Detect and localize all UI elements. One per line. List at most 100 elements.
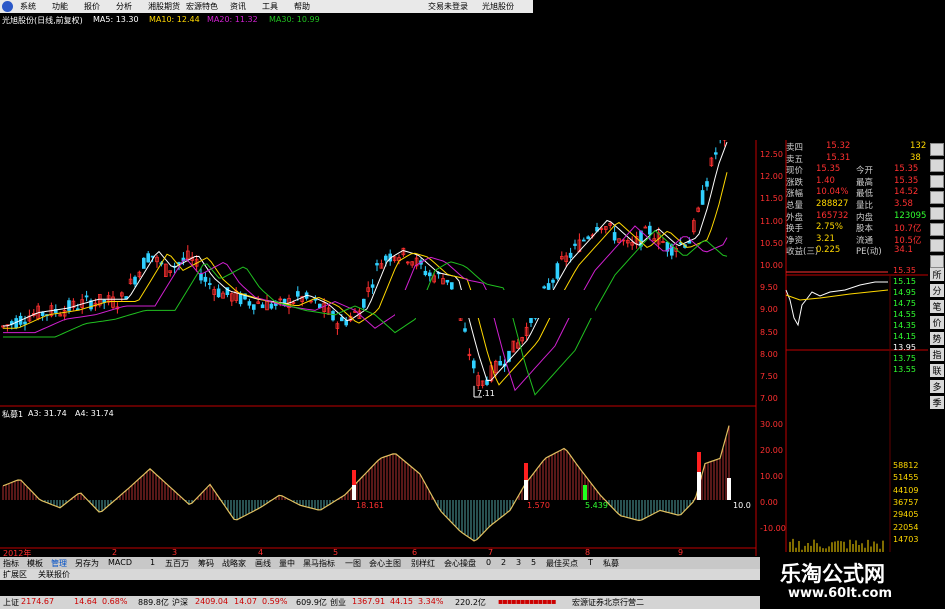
quote-label: 换手 xyxy=(786,224,804,235)
side-tab[interactable]: 联 xyxy=(930,364,944,377)
cy-change: 44.15 xyxy=(390,597,413,606)
quote-label: 股本 xyxy=(856,224,874,235)
intraday-tick: 15.15 xyxy=(893,277,916,286)
toolbar-button-icon[interactable] xyxy=(930,159,944,172)
sh-pct: 0.68% xyxy=(102,597,128,606)
tab-1[interactable]: 模板 xyxy=(27,558,43,569)
quote-label: 外盘 xyxy=(786,212,804,223)
tab-2[interactable]: 管理 xyxy=(51,558,67,569)
candle-body xyxy=(383,255,388,261)
tab-10[interactable]: 量中 xyxy=(279,558,295,569)
tab-12[interactable]: 一图 xyxy=(345,558,361,569)
quote-value: 15.35 xyxy=(894,164,919,175)
candle-body xyxy=(542,286,546,289)
tab-13[interactable]: 会心主图 xyxy=(369,558,401,569)
side-tab[interactable]: 分 xyxy=(930,284,944,297)
candle-body xyxy=(648,225,652,235)
side-tab[interactable]: 笔 xyxy=(930,300,944,313)
tab-8[interactable]: 战略家 xyxy=(222,558,246,569)
side-tab[interactable]: 季 xyxy=(930,396,944,409)
tab-4[interactable]: MACD xyxy=(108,558,132,567)
tab-16[interactable]: 0 xyxy=(486,558,491,567)
ext-tab[interactable]: 扩展区 xyxy=(3,569,27,580)
side-tab[interactable]: 价 xyxy=(930,316,944,329)
candle-body xyxy=(203,276,208,282)
side-tab[interactable]: 势 xyxy=(930,332,944,345)
toolbar-button-icon[interactable] xyxy=(930,191,944,204)
indicator-tick: 20.00 xyxy=(760,446,783,455)
quote-label: 总量 xyxy=(786,201,804,211)
ma10-line xyxy=(3,172,728,386)
candle-body xyxy=(643,226,648,229)
quote-value: 15.32 xyxy=(826,141,851,151)
candle-body xyxy=(199,273,203,281)
toolbar-button-icon[interactable] xyxy=(930,143,944,156)
quote-extra: 132 xyxy=(910,141,927,151)
kline-chart[interactable] xyxy=(0,0,945,609)
intraday-tick: 14.95 xyxy=(893,288,916,297)
tab-17[interactable]: 2 xyxy=(501,558,506,567)
candle-body xyxy=(40,311,45,317)
indicator-tick: 0.00 xyxy=(760,498,778,507)
side-tab[interactable]: 多 xyxy=(930,380,944,393)
sh-change: 14.64 xyxy=(74,597,97,606)
quote-row: 卖四 15.32 132 xyxy=(786,141,928,153)
toolbar-button-icon[interactable] xyxy=(930,207,944,220)
quote-value: 1.40 xyxy=(816,175,835,186)
side-tab[interactable]: 所 xyxy=(930,268,944,281)
candle-body xyxy=(612,232,617,241)
tab-18[interactable]: 3 xyxy=(516,558,521,567)
tab-9[interactable]: 画线 xyxy=(255,558,271,569)
tab-21[interactable]: T xyxy=(588,558,593,567)
side-tab[interactable]: 指 xyxy=(930,348,944,361)
watermark: 乐淘公式网 www.60lt.com xyxy=(760,552,945,609)
signal-block xyxy=(352,470,356,485)
tab-3[interactable]: 另存为 xyxy=(75,558,99,569)
toolbar-button-icon[interactable] xyxy=(930,255,944,268)
quote-value: 34.1 xyxy=(894,245,913,256)
quote-label: 最低 xyxy=(856,189,874,200)
tab-7[interactable]: 筹码 xyxy=(198,558,214,569)
candle-body xyxy=(427,272,432,277)
tab-11[interactable]: 黑马指标 xyxy=(303,558,335,569)
tab-5[interactable]: 1 xyxy=(150,558,155,567)
quote-extra: 38 xyxy=(910,152,921,163)
price-tick: 7.50 xyxy=(760,372,778,381)
tab-15[interactable]: 会心操盘 xyxy=(444,558,476,569)
quote-label: 涨跌 xyxy=(786,177,804,188)
quote-value: 2.75% xyxy=(816,222,844,233)
toolbar-button-icon[interactable] xyxy=(930,175,944,188)
quote-label: PE(动) xyxy=(856,247,882,258)
tab-6[interactable]: 五百万 xyxy=(165,558,189,569)
candle-body xyxy=(216,288,221,298)
quote-row: 涨跌 1.40 最高 15.35 xyxy=(786,176,928,188)
candle-body xyxy=(331,311,335,321)
quote-label: 涨幅 xyxy=(786,189,804,200)
volume-tick: 36757 xyxy=(893,497,919,507)
tab-19[interactable]: 5 xyxy=(531,558,536,567)
candle-body xyxy=(141,257,146,269)
indicator-a3: A3: 31.74 xyxy=(28,409,67,418)
candle-body xyxy=(361,298,366,308)
candle-body xyxy=(207,283,212,285)
quote-value: 10.04% xyxy=(816,187,849,198)
tab-14[interactable]: 别样红 xyxy=(411,558,435,569)
price-tick: 10.50 xyxy=(760,238,783,248)
tab-20[interactable]: 最佳买点 xyxy=(546,558,578,569)
indicator-tick: 30.00 xyxy=(760,420,783,429)
ma30-line xyxy=(3,229,728,396)
quote-value: 15.35 xyxy=(816,164,841,175)
quote-value: 15.35 xyxy=(894,175,919,186)
candle-body xyxy=(84,295,89,298)
candle-body xyxy=(23,321,27,325)
ext-tab[interactable]: 关联报价 xyxy=(38,569,70,580)
tab-22[interactable]: 私募 xyxy=(603,558,619,569)
month-label: 3 xyxy=(172,548,178,557)
candle-body xyxy=(146,253,151,263)
sz-value: 2409.04 xyxy=(195,597,229,606)
tab-0[interactable]: 指标 xyxy=(3,558,19,569)
toolbar-button-icon[interactable] xyxy=(930,239,944,252)
toolbar-button-icon[interactable] xyxy=(930,223,944,236)
quote-label: 最高 xyxy=(856,177,874,188)
sz-label: 沪深 xyxy=(172,598,188,607)
